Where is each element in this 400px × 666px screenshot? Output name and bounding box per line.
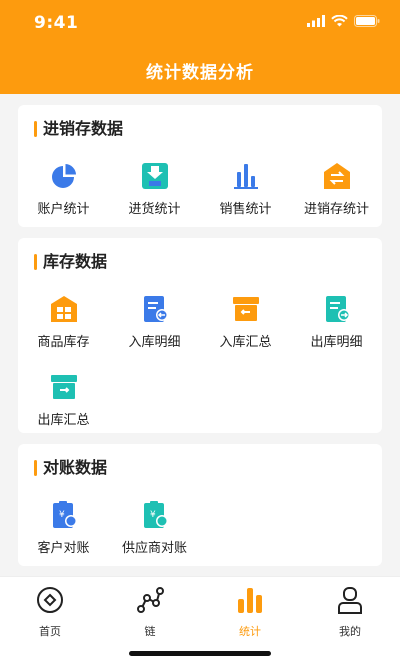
item-label: 出库汇总 bbox=[37, 413, 90, 428]
account-stats-button[interactable]: 账户统计 bbox=[18, 161, 109, 217]
customer-reconcile-icon: ¥ bbox=[52, 501, 77, 528]
chain-icon bbox=[137, 587, 164, 613]
pie-chart-icon bbox=[51, 164, 76, 188]
outbound-detail-icon bbox=[325, 296, 350, 322]
purchase-stats-button[interactable]: 进货统计 bbox=[109, 161, 200, 217]
svg-text:¥: ¥ bbox=[59, 510, 65, 520]
section-inventory-flow: 进销存数据 账户统计 进货统计 销售统计 进销存统计 bbox=[18, 105, 382, 227]
home-indicator bbox=[129, 651, 271, 656]
status-icons bbox=[307, 15, 380, 27]
sales-stats-button[interactable]: 销售统计 bbox=[200, 161, 291, 217]
item-label: 出库明细 bbox=[310, 335, 363, 350]
item-label: 入库汇总 bbox=[219, 335, 272, 350]
section-title: 进销存数据 bbox=[34, 119, 123, 139]
exchange-icon bbox=[323, 163, 350, 189]
signal-icon bbox=[307, 15, 325, 27]
item-label: 供应商对账 bbox=[121, 541, 187, 556]
inbound-summary-icon bbox=[232, 297, 259, 321]
item-label: 进货统计 bbox=[128, 202, 181, 217]
section-title: 对账数据 bbox=[34, 458, 107, 478]
tab-stats[interactable]: 统计 bbox=[200, 585, 300, 639]
stock-in-icon bbox=[141, 163, 168, 189]
tab-label: 统计 bbox=[239, 625, 261, 638]
outbound-detail-button[interactable]: 出库明细 bbox=[291, 294, 382, 350]
item-label: 进销存统计 bbox=[303, 202, 369, 217]
item-label: 客户对账 bbox=[37, 541, 90, 556]
tab-label: 首页 bbox=[39, 625, 61, 638]
outbound-summary-button[interactable]: 出库汇总 bbox=[18, 372, 109, 428]
tab-home[interactable]: 首页 bbox=[0, 585, 100, 639]
inbound-detail-icon bbox=[143, 296, 168, 322]
tab-label: 链 bbox=[144, 625, 156, 638]
stats-icon bbox=[238, 588, 262, 613]
outbound-summary-icon bbox=[50, 375, 77, 399]
customer-reconcile-button[interactable]: ¥ 客户对账 bbox=[18, 500, 109, 556]
inventory-flow-stats-button[interactable]: 进销存统计 bbox=[291, 161, 382, 217]
warehouse-icon bbox=[50, 296, 77, 322]
section-title: 库存数据 bbox=[34, 252, 107, 272]
tab-profile[interactable]: 我的 bbox=[300, 585, 400, 639]
home-icon bbox=[37, 587, 63, 613]
tab-chain[interactable]: 链 bbox=[100, 585, 200, 639]
item-label: 商品库存 bbox=[37, 335, 90, 350]
supplier-reconcile-button[interactable]: ¥ 供应商对账 bbox=[109, 500, 200, 556]
status-bar: 9:41 bbox=[0, 0, 400, 44]
svg-text:¥: ¥ bbox=[150, 510, 156, 520]
section-stock: 库存数据 商品库存 入库明细 入库汇总 出库明细 出库汇总 bbox=[18, 238, 382, 433]
inbound-detail-button[interactable]: 入库明细 bbox=[109, 294, 200, 350]
section-reconciliation: 对账数据 ¥ 客户对账 ¥ 供应商对账 bbox=[18, 444, 382, 566]
header-bar: 9:41 统计数据分析 bbox=[0, 0, 400, 94]
bar-chart-icon bbox=[233, 164, 258, 189]
profile-icon bbox=[338, 587, 362, 614]
product-stock-button[interactable]: 商品库存 bbox=[18, 294, 109, 350]
item-label: 账户统计 bbox=[37, 202, 90, 217]
inbound-summary-button[interactable]: 入库汇总 bbox=[200, 294, 291, 350]
supplier-reconcile-icon: ¥ bbox=[143, 501, 168, 528]
battery-icon bbox=[354, 15, 380, 27]
status-time: 9:41 bbox=[34, 13, 79, 33]
tab-label: 我的 bbox=[339, 625, 361, 638]
page-title: 统计数据分析 bbox=[146, 63, 254, 83]
item-label: 入库明细 bbox=[128, 335, 181, 350]
item-label: 销售统计 bbox=[219, 202, 272, 217]
wifi-icon bbox=[331, 15, 348, 27]
